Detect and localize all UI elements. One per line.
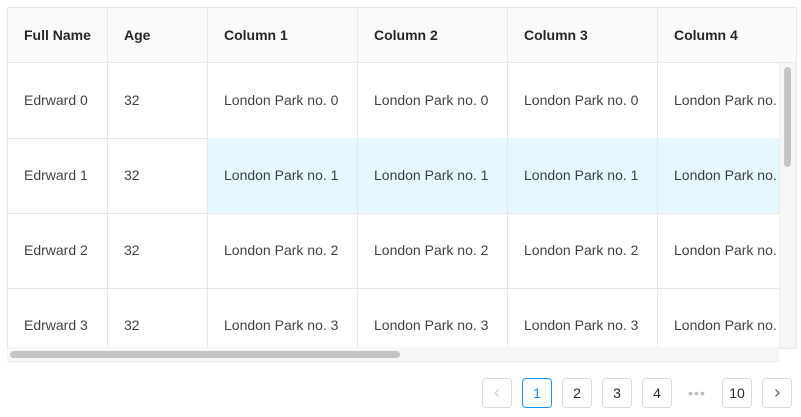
- vertical-scrollbar[interactable]: [779, 63, 796, 348]
- cell-full-name: Edrward 3: [8, 288, 108, 348]
- horizontal-scroll-thumb[interactable]: [10, 351, 400, 358]
- cell-full-name: Edrward 1: [8, 138, 108, 213]
- header-column-1[interactable]: Column 1: [208, 8, 358, 62]
- header-column-2[interactable]: Column 2: [358, 8, 508, 62]
- cell-column-3: London Park no. 3: [508, 288, 658, 348]
- cell-column-4: London Park no. 1: [658, 138, 780, 213]
- cell-age: 32: [108, 288, 208, 348]
- header-full-name[interactable]: Full Name: [8, 8, 108, 62]
- cell-column-3: London Park no. 0: [508, 63, 658, 138]
- cell-column-3: London Park no. 2: [508, 213, 658, 288]
- page-button-3[interactable]: 3: [602, 378, 632, 408]
- cell-column-2: London Park no. 0: [358, 63, 508, 138]
- cell-age: 32: [108, 138, 208, 213]
- cell-full-name: Edrward 0: [8, 63, 108, 138]
- table-header: Full Name Age Column 1 Column 2 Column 3…: [8, 8, 796, 63]
- cell-full-name: Edrward 2: [8, 213, 108, 288]
- cell-column-4: London Park no. 2: [658, 213, 780, 288]
- header-column-4[interactable]: Column 4: [658, 8, 796, 62]
- horizontal-scrollbar[interactable]: [7, 347, 779, 362]
- jump-next-ellipsis[interactable]: •••: [682, 378, 712, 408]
- cell-age: 32: [108, 63, 208, 138]
- cell-column-2: London Park no. 3: [358, 288, 508, 348]
- cell-column-2: London Park no. 1: [358, 138, 508, 213]
- table-row[interactable]: Edrward 0 32 London Park no. 0 London Pa…: [8, 63, 780, 139]
- table-row[interactable]: Edrward 2 32 London Park no. 2 London Pa…: [8, 213, 780, 289]
- cell-column-1: London Park no. 0: [208, 63, 358, 138]
- cell-column-1: London Park no. 1: [208, 138, 358, 213]
- data-table: Full Name Age Column 1 Column 2 Column 3…: [7, 7, 797, 349]
- cell-column-1: London Park no. 2: [208, 213, 358, 288]
- prev-page-button[interactable]: [482, 378, 512, 408]
- page-button-2[interactable]: 2: [562, 378, 592, 408]
- cell-column-4: London Park no. 0: [658, 63, 780, 138]
- chevron-left-icon: [492, 385, 502, 401]
- table-row[interactable]: Edrward 1 32 London Park no. 1 London Pa…: [8, 138, 780, 214]
- table-body[interactable]: Edrward 0 32 London Park no. 0 London Pa…: [8, 63, 780, 348]
- cell-column-3: London Park no. 1: [508, 138, 658, 213]
- cell-column-1: London Park no. 3: [208, 288, 358, 348]
- cell-column-2: London Park no. 2: [358, 213, 508, 288]
- chevron-right-icon: [772, 385, 782, 401]
- table-row[interactable]: Edrward 3 32 London Park no. 3 London Pa…: [8, 288, 780, 348]
- page-button-10[interactable]: 10: [722, 378, 752, 408]
- vertical-scroll-thumb[interactable]: [784, 67, 791, 167]
- next-page-button[interactable]: [762, 378, 792, 408]
- cell-column-4: London Park no. 3: [658, 288, 780, 348]
- header-age[interactable]: Age: [108, 8, 208, 62]
- page-button-4[interactable]: 4: [642, 378, 672, 408]
- header-column-3[interactable]: Column 3: [508, 8, 658, 62]
- page-button-1[interactable]: 1: [522, 378, 552, 408]
- cell-age: 32: [108, 213, 208, 288]
